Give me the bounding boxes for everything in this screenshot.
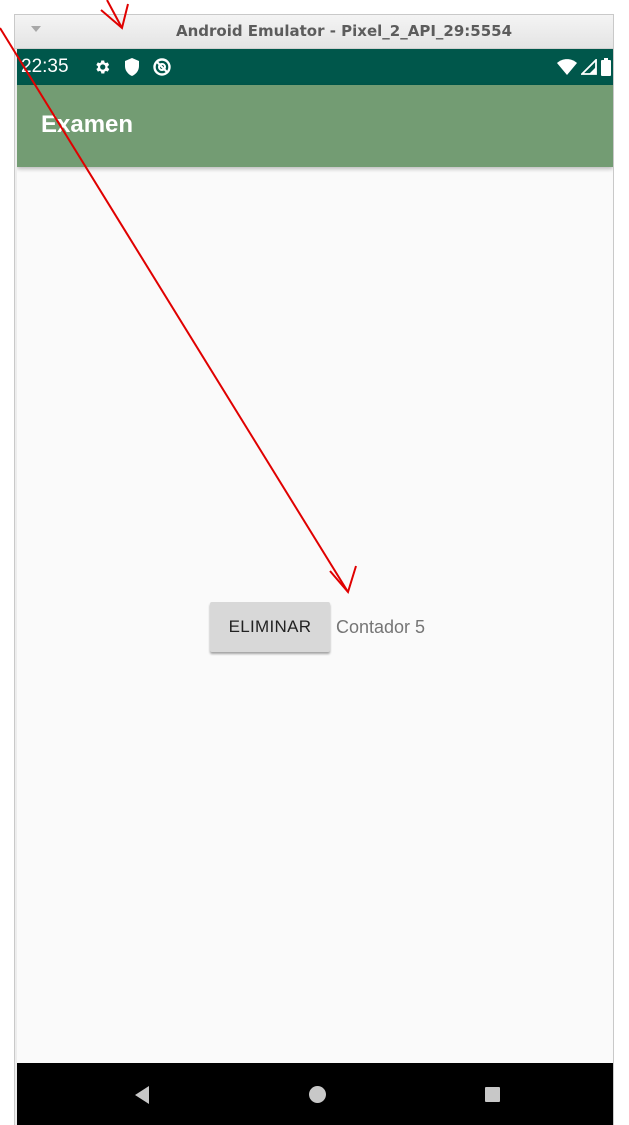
do-not-disturb-icon <box>153 58 171 76</box>
window-title: Android Emulator - Pixel_2_API_29:5554 <box>175 22 513 40</box>
device-screen: 22:35 Examen ELIMINAR Contador 5 <box>17 49 613 1125</box>
counter-label: Contador 5 <box>336 616 426 637</box>
main-content: ELIMINAR Contador 5 <box>17 167 613 1063</box>
settings-gear-icon <box>96 60 110 74</box>
status-system-icons <box>557 57 611 77</box>
status-time: 22:35 <box>21 56 69 77</box>
back-icon[interactable] <box>135 1086 149 1104</box>
app-title: Examen <box>41 111 134 138</box>
wifi-icon <box>557 59 577 75</box>
recents-icon[interactable] <box>485 1087 500 1102</box>
delete-button[interactable]: ELIMINAR <box>210 602 330 652</box>
app-bar: Examen <box>17 85 613 167</box>
window-titlebar[interactable]: Android Emulator - Pixel_2_API_29:5554 <box>15 15 613 49</box>
status-notification-icons <box>93 55 171 79</box>
page: Android Emulator - Pixel_2_API_29:5554 2… <box>0 0 629 1125</box>
counter-row: ELIMINAR Contador 5 <box>210 602 425 652</box>
navigation-bar <box>17 1063 613 1125</box>
status-bar: 22:35 <box>17 49 613 85</box>
cell-signal-icon <box>581 59 597 75</box>
home-icon[interactable] <box>309 1086 326 1103</box>
shield-icon <box>125 58 139 76</box>
battery-icon <box>601 58 611 76</box>
emulator-window: Android Emulator - Pixel_2_API_29:5554 2… <box>14 14 614 1125</box>
